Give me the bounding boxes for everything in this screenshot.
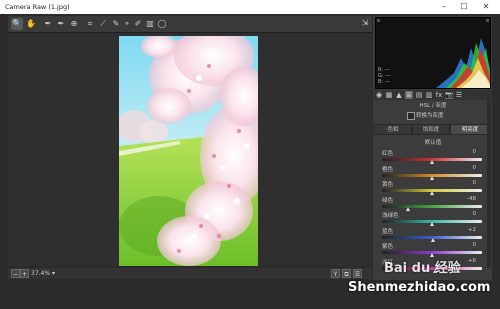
slider-value[interactable]: 0 xyxy=(456,180,477,186)
camera-calibration-icon[interactable]: 📷 xyxy=(445,91,454,99)
swap-settings-button[interactable]: ⧉ xyxy=(342,269,351,278)
graduated-filter-icon[interactable]: ▥ xyxy=(144,18,156,30)
slider-label: 橙色 xyxy=(382,166,394,173)
slider-label: 黄色 xyxy=(382,182,394,188)
status-bar: − + 37.4% ▾ Y ⧉ ☰ xyxy=(8,268,372,279)
zoom-out-button[interactable]: − xyxy=(11,269,20,278)
tab-saturation[interactable]: 饱和度 xyxy=(412,124,450,135)
convert-grayscale-checkbox[interactable] xyxy=(407,112,415,120)
presets-icon[interactable]: ☰ xyxy=(455,91,463,99)
targeted-adjustment-tool-icon[interactable]: ⊕ xyxy=(68,18,80,30)
slider-thumb[interactable] xyxy=(405,206,410,211)
tab-luminance[interactable]: 明亮度 xyxy=(450,124,490,135)
slider-value[interactable]: 0 xyxy=(456,165,477,171)
slider-value[interactable]: 0 xyxy=(456,211,477,217)
histogram xyxy=(375,17,491,89)
slider-value[interactable]: 0 xyxy=(456,149,477,155)
adjustment-brush-icon[interactable]: ✐ xyxy=(132,18,144,30)
effects-icon[interactable]: fx xyxy=(435,91,443,99)
convert-grayscale-label: 转换为灰度 xyxy=(416,113,444,119)
maximize-button[interactable]: ☐ xyxy=(456,0,472,14)
slider-label: 红色 xyxy=(382,151,394,157)
panel-tab-icons: ◉ ▦ ▲ ≣ ▤ ▥ fx 📷 ☰ xyxy=(374,90,492,100)
before-after-button[interactable]: Y xyxy=(331,269,340,278)
chevron-down-icon: ▾ xyxy=(51,270,55,277)
close-button[interactable]: ✕ xyxy=(478,0,494,14)
white-balance-tool-icon[interactable]: ✒ xyxy=(42,18,54,30)
slider-track[interactable] xyxy=(382,204,482,208)
minimize-button[interactable]: – xyxy=(436,0,452,14)
split-toning-icon[interactable]: ▤ xyxy=(415,91,423,99)
tone-curve-icon[interactable]: ▦ xyxy=(385,91,393,99)
basic-panel-icon[interactable]: ◉ xyxy=(375,91,383,99)
view-options-button[interactable]: ☰ xyxy=(353,269,362,278)
histogram-graph xyxy=(376,19,490,88)
slider-value[interactable]: -48 xyxy=(456,196,476,202)
open-preferences-icon[interactable]: ⇲ xyxy=(360,18,370,28)
straighten-tool-icon[interactable]: ⟋ xyxy=(97,18,109,30)
slider-label: 蓝色 xyxy=(382,228,394,235)
slider-thumb[interactable] xyxy=(429,175,434,180)
slider-thumb[interactable] xyxy=(430,237,435,242)
zoom-in-button[interactable]: + xyxy=(20,269,29,278)
default-link[interactable]: 默认值 xyxy=(374,138,492,146)
lens-corrections-icon[interactable]: ▥ xyxy=(425,91,433,99)
slider-label: 绿色 xyxy=(382,197,394,204)
slider-thumb[interactable] xyxy=(429,191,434,195)
hsl-icon[interactable]: ≣ xyxy=(405,91,413,99)
zoom-level[interactable]: 37.4% ▾ xyxy=(31,268,55,279)
crop-tool-icon[interactable]: ⌗ xyxy=(84,18,96,30)
radial-filter-icon[interactable]: ◯ xyxy=(156,18,168,30)
slider-label: 紫色 xyxy=(382,244,394,250)
slider-thumb[interactable] xyxy=(429,160,434,164)
site-watermark: Shenmezhidao.com xyxy=(348,280,491,295)
window-titlebar: Camera Raw (1.jpg) – ☐ ✕ xyxy=(0,0,500,14)
slider-thumb[interactable] xyxy=(429,222,434,226)
tool-bar: 🔍 ✋ ✒ ✒ ⊕ ⌗ ⟋ ✎ ⚬ ✐ ▥ ◯ xyxy=(8,16,372,33)
tab-hue[interactable]: 色相 xyxy=(374,124,412,135)
photo-preview[interactable] xyxy=(119,36,258,266)
detail-icon[interactable]: ▲ xyxy=(395,91,403,99)
slider-value[interactable]: +2 xyxy=(456,227,476,233)
zoom-value: 37.4% xyxy=(31,270,51,277)
slider-value[interactable]: 0 xyxy=(456,242,477,248)
section-title: HSL / 灰度 xyxy=(419,103,447,109)
hand-tool-icon[interactable]: ✋ xyxy=(25,18,37,30)
slider-label: 浅绿色 xyxy=(382,213,399,219)
zoom-tool-icon[interactable]: 🔍 xyxy=(11,18,23,30)
window-title: Camera Raw (1.jpg) xyxy=(5,3,70,11)
panel-scrollbar[interactable] xyxy=(487,98,491,268)
baidu-watermark: Bai du 经验 xyxy=(384,261,461,276)
rgb-readout-b: B: --- xyxy=(378,79,391,85)
hsl-tabs: 色相 饱和度 明亮度 xyxy=(374,124,492,135)
color-sampler-tool-icon[interactable]: ✒ xyxy=(55,18,67,30)
cherry-blossom-image xyxy=(119,36,258,266)
